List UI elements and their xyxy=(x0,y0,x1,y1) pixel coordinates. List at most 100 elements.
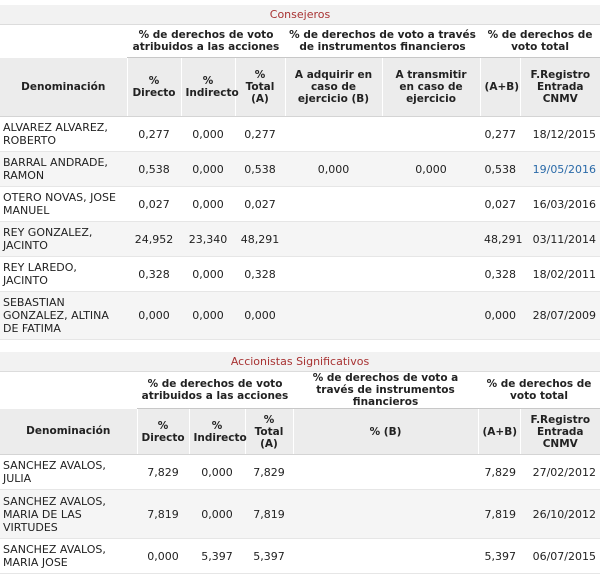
consejeros-title: Consejeros xyxy=(0,5,600,25)
group-header-acciones: % de derechos de voto atribuidos a las a… xyxy=(127,25,285,58)
row-fecha: 16/03/2016 xyxy=(520,186,600,222)
table-row: REY GONZALEZ, JACINTO 24,952 23,340 48,2… xyxy=(0,221,600,257)
table-row: OTERO NOVAS, JOSE MANUEL 0,027 0,000 0,0… xyxy=(0,186,600,222)
row-ab: 48,291 xyxy=(480,221,523,257)
row-transmitir xyxy=(382,256,481,292)
accionistas-section: Accionistas Significativos % de derechos… xyxy=(0,352,600,574)
row-directo: 0,277 xyxy=(127,116,181,152)
row-fecha: 03/11/2014 xyxy=(520,221,600,257)
accionistas-title: Accionistas Significativos xyxy=(0,352,600,372)
row-total-a: 0,328 xyxy=(235,256,285,292)
row-directo: 0,538 xyxy=(127,151,181,187)
row-adquirir xyxy=(285,256,382,292)
row-directo: 0,000 xyxy=(127,291,181,340)
row-total-a: 0,000 xyxy=(235,291,285,340)
column-header-total-a: % Total (A) xyxy=(244,408,293,455)
accionistas-table: % de derechos de voto atribuidos a las a… xyxy=(0,372,600,574)
row-total-a: 7,829 xyxy=(245,454,293,490)
row-directo: 7,829 xyxy=(137,454,189,490)
table-row: ALVAREZ ALVAREZ, ROBERTO 0,277 0,000 0,2… xyxy=(0,116,600,152)
consejeros-table: % de derechos de voto atribuidos a las a… xyxy=(0,25,600,340)
row-directo: 0,027 xyxy=(127,186,181,222)
row-indirecto: 0,000 xyxy=(181,116,235,152)
row-adquirir: 0,000 xyxy=(285,151,382,187)
table-row: REY LAREDO, JACINTO 0,328 0,000 0,328 0,… xyxy=(0,256,600,292)
row-indirecto: 5,397 xyxy=(189,538,245,574)
group-header-total: % de derechos de voto total xyxy=(480,25,600,58)
row-total-a: 5,397 xyxy=(245,538,293,574)
group-header-instrumentos: % de derechos de voto a través de instru… xyxy=(293,372,478,409)
consejeros-section: Consejeros % de derechos de voto atribui… xyxy=(0,5,600,340)
row-indirecto: 0,000 xyxy=(181,291,235,340)
row-transmitir xyxy=(382,221,481,257)
row-indirecto: 23,340 xyxy=(181,221,235,257)
column-header-directo: % Directo xyxy=(126,57,181,117)
row-directo: 24,952 xyxy=(127,221,181,257)
row-fecha: 18/02/2011 xyxy=(520,256,600,292)
table-row: BARRAL ANDRADE, RAMON 0,538 0,000 0,538 … xyxy=(0,151,600,187)
row-adquirir xyxy=(285,291,382,340)
row-indirecto: 0,000 xyxy=(181,151,235,187)
row-b xyxy=(293,454,478,490)
row-ab: 0,000 xyxy=(480,291,521,340)
group-header-acciones: % de derechos de voto atribuidos a las a… xyxy=(137,372,293,409)
row-indirecto: 0,000 xyxy=(181,256,235,292)
row-ab: 0,277 xyxy=(480,116,521,152)
row-fecha: 06/07/2015 xyxy=(520,538,600,574)
row-fecha: 18/12/2015 xyxy=(520,116,600,152)
row-name: BARRAL ANDRADE, RAMON xyxy=(0,151,127,187)
table-row: SANCHEZ AVALOS, JULIA 7,829 0,000 7,829 … xyxy=(0,454,600,490)
row-name: SANCHEZ AVALOS, JULIA xyxy=(0,454,137,490)
table-row: SANCHEZ AVALOS, MARIA DE LAS VIRTUDES 7,… xyxy=(0,489,600,539)
row-name: SANCHEZ AVALOS, MARIA JOSE xyxy=(0,538,137,574)
row-directo: 7,819 xyxy=(137,489,189,539)
row-b xyxy=(293,489,478,539)
column-header-total-a: % Total (A) xyxy=(234,57,285,117)
row-directo: 0,000 xyxy=(137,538,189,574)
row-ab: 0,328 xyxy=(480,256,521,292)
row-indirecto: 0,000 xyxy=(189,489,245,539)
column-header-denominacion: Denominación xyxy=(0,57,127,117)
group-header-instrumentos: % de derechos de voto a través de instru… xyxy=(285,25,481,58)
row-ab: 5,397 xyxy=(478,538,520,574)
column-header-ab: (A+B) xyxy=(477,408,520,455)
row-indirecto: 0,000 xyxy=(189,454,245,490)
column-header-indirecto: % Indirecto xyxy=(188,408,247,455)
row-total-a: 48,291 xyxy=(235,221,285,257)
group-header-total: % de derechos de voto total xyxy=(478,372,600,409)
row-adquirir xyxy=(285,221,382,257)
row-name: OTERO NOVAS, JOSE MANUEL xyxy=(0,186,127,222)
column-header-ab: (A+B) xyxy=(479,57,521,117)
row-name: SANCHEZ AVALOS, MARIA DE LAS VIRTUDES xyxy=(0,489,137,539)
row-total-a: 0,277 xyxy=(235,116,285,152)
row-adquirir xyxy=(285,116,382,152)
row-ab: 0,538 xyxy=(480,151,521,187)
table-row: SEBASTIAN GONZALEZ, ALTINA DE FATIMA 0,0… xyxy=(0,291,600,340)
row-total-a: 0,538 xyxy=(235,151,285,187)
row-total-a: 0,027 xyxy=(235,186,285,222)
row-name: REY GONZALEZ, JACINTO xyxy=(0,221,127,257)
column-header-adquirir: A adquirir en caso de ejercicio (B) xyxy=(284,57,382,117)
row-transmitir xyxy=(382,186,481,222)
row-name: SEBASTIAN GONZALEZ, ALTINA DE FATIMA xyxy=(0,291,127,340)
row-ab: 0,027 xyxy=(480,186,521,222)
row-ab: 7,829 xyxy=(478,454,520,490)
column-header-b: % (B) xyxy=(292,408,478,455)
column-header-fregistro: F.Registro Entrada CNMV xyxy=(519,408,600,455)
row-fecha-link[interactable]: 19/05/2016 xyxy=(520,151,600,187)
column-header-fregistro: F.Registro Entrada CNMV xyxy=(519,57,600,117)
column-header-indirecto: % Indirecto xyxy=(180,57,239,117)
row-fecha: 27/02/2012 xyxy=(520,454,600,490)
row-name: ALVAREZ ALVAREZ, ROBERTO xyxy=(0,116,127,152)
row-directo: 0,328 xyxy=(127,256,181,292)
row-fecha: 28/07/2009 xyxy=(520,291,600,340)
header-spacer xyxy=(0,25,127,58)
row-transmitir xyxy=(382,291,481,340)
column-header-denominacion: Denominación xyxy=(0,408,137,455)
column-header-transmitir: A transmitir en caso de ejercicio xyxy=(381,57,481,117)
row-adquirir xyxy=(285,186,382,222)
row-transmitir: 0,000 xyxy=(382,151,481,187)
row-fecha: 26/10/2012 xyxy=(520,489,600,539)
row-name: REY LAREDO, JACINTO xyxy=(0,256,127,292)
row-transmitir xyxy=(382,116,481,152)
